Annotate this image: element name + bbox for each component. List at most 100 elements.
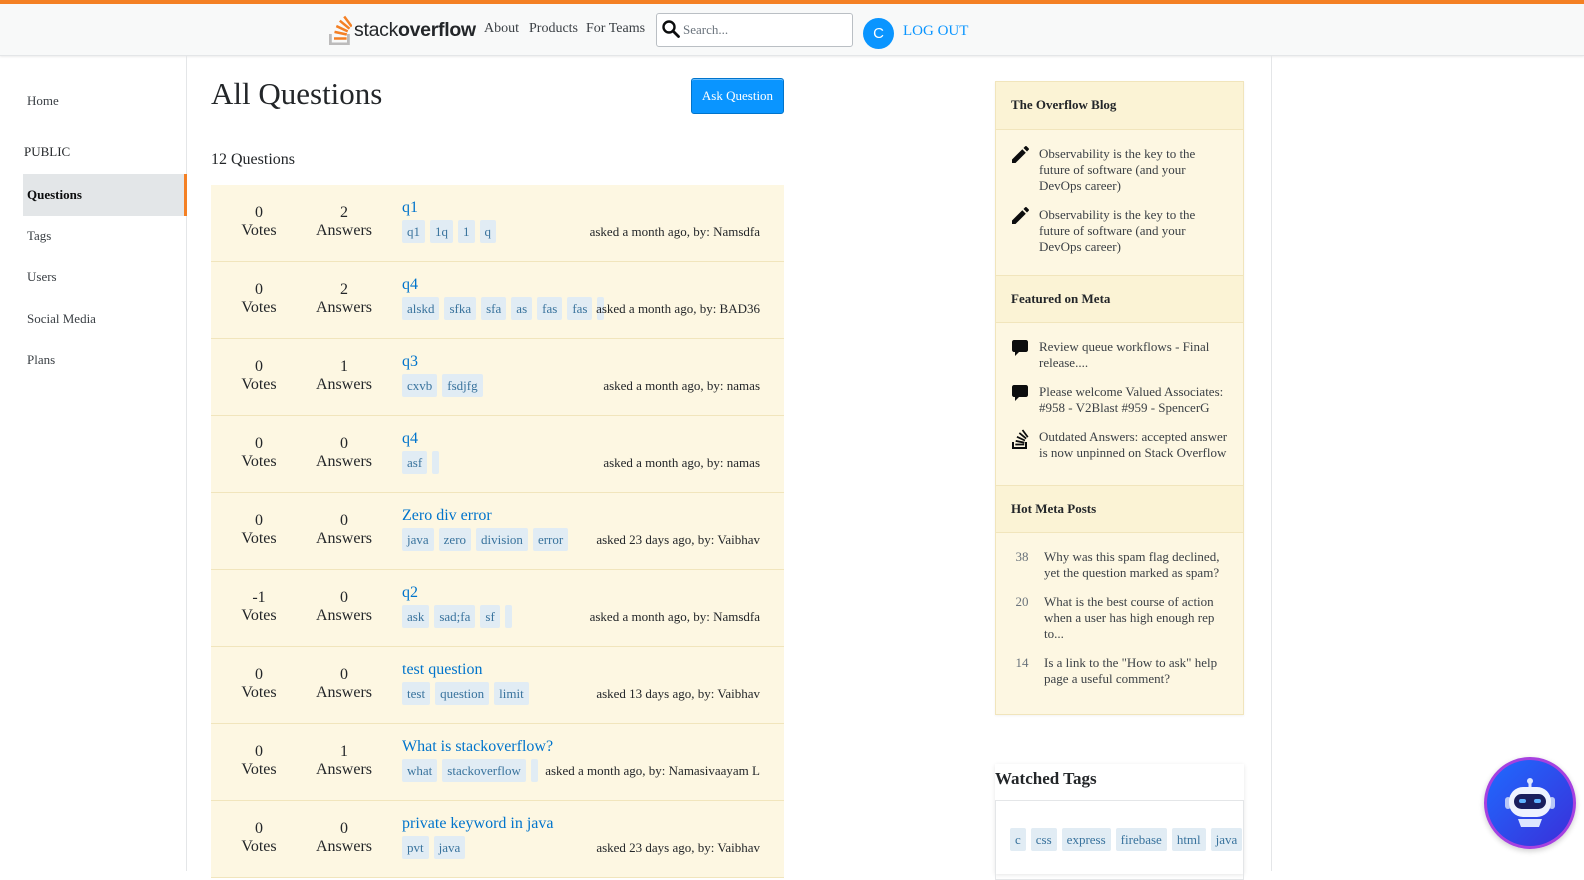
vote-number: 0	[255, 204, 263, 221]
tag[interactable]: question	[435, 682, 490, 705]
answer-label: Answers	[316, 222, 372, 239]
tag[interactable]: fas	[567, 297, 593, 320]
blog-item[interactable]: Observability is the key to the future o…	[996, 146, 1243, 194]
tag[interactable]: division	[476, 528, 528, 551]
answer-label: Answers	[316, 530, 372, 547]
search-box[interactable]	[656, 13, 853, 47]
answer-number: 0	[340, 512, 348, 529]
sidebar-item-social-media[interactable]: Social Media	[27, 311, 96, 327]
hot-meta-item[interactable]: 38 Why was this spam flag declined, yet …	[996, 549, 1243, 581]
answer-label: Answers	[316, 299, 372, 316]
watched-tag[interactable]: express	[1061, 828, 1111, 851]
tag[interactable]: sfa	[481, 297, 507, 320]
vote-count: 0 Votes	[224, 435, 294, 471]
logout-button[interactable]: LOG OUT	[903, 23, 968, 40]
tag[interactable]: fas	[537, 297, 563, 320]
meta-item[interactable]: Outdated Answers: accepted answer is now…	[996, 429, 1243, 461]
nav-products[interactable]: Products	[529, 21, 578, 37]
answer-count: 0 Answers	[309, 512, 379, 548]
vote-label: Votes	[241, 684, 277, 701]
watched-tags-heading: Watched Tags	[995, 769, 1097, 788]
tag[interactable]: java	[402, 528, 434, 551]
watched-tag[interactable]: firebase	[1115, 828, 1167, 851]
watched-tag[interactable]: java	[1210, 828, 1243, 851]
tag[interactable]: limit	[494, 682, 529, 705]
tag[interactable]	[530, 759, 538, 782]
asked-by: asked a month ago, by: Namsdfa	[589, 224, 760, 239]
tag[interactable]: ask	[402, 605, 430, 628]
tag[interactable]: sad;fa	[434, 605, 476, 628]
sidebar-item-home[interactable]: Home	[27, 93, 59, 109]
sidebar-item-tags[interactable]: Tags	[27, 228, 51, 244]
tag[interactable]: fsdjfg	[442, 374, 483, 397]
tag[interactable]: cxvb	[402, 374, 438, 397]
question-tags: java zero division error	[402, 528, 569, 551]
watched-tag[interactable]: c	[1010, 828, 1026, 851]
hot-meta-item[interactable]: 20 What is the best course of action whe…	[996, 594, 1243, 642]
hot-meta-count: 14	[1015, 655, 1029, 670]
question-title-link[interactable]: q2	[402, 584, 418, 602]
vote-count: 0 Votes	[224, 820, 294, 856]
hot-meta-list: 38 Why was this spam flag declined, yet …	[996, 533, 1243, 714]
question-title-link[interactable]: Zero div error	[402, 507, 492, 525]
page-title: All Questions	[211, 76, 383, 111]
tag[interactable]: as	[511, 297, 533, 320]
sidebar-item-questions[interactable]: Questions	[23, 174, 187, 216]
tag[interactable]: error	[532, 528, 569, 551]
blog-item[interactable]: Observability is the key to the future o…	[996, 207, 1243, 255]
search-input[interactable]	[681, 19, 846, 41]
ask-question-button[interactable]: Ask Question	[691, 78, 784, 114]
question-title-link[interactable]: q3	[402, 353, 418, 371]
answer-number: 2	[340, 281, 348, 298]
watched-tag[interactable]: css	[1030, 828, 1057, 851]
sidebar-item-users[interactable]: Users	[27, 269, 57, 285]
tag[interactable]	[432, 451, 440, 474]
comment-icon	[1012, 385, 1028, 401]
meta-item[interactable]: Please welcome Valued Associates: #958 -…	[996, 384, 1243, 416]
meta-item[interactable]: Review queue workflows - Final release..…	[996, 339, 1243, 371]
meta-item-text: Outdated Answers: accepted answer is now…	[1039, 429, 1228, 460]
tag[interactable]: java	[433, 836, 466, 859]
tag[interactable]: alskd	[402, 297, 440, 320]
top-bar: stackoverflow About Products For Teams C…	[0, 0, 1584, 56]
question-row: 0 Votes 0 Answers Zero div error java zero divi…	[211, 493, 784, 570]
hot-meta-count: 38	[1015, 549, 1029, 564]
avatar[interactable]: C	[863, 18, 894, 49]
chatbot-button[interactable]	[1484, 757, 1576, 849]
tag[interactable]: sfka	[444, 297, 477, 320]
answer-number: 0	[340, 820, 348, 837]
nav-for-teams[interactable]: For Teams	[586, 21, 645, 37]
question-title-link[interactable]: private keyword in java	[402, 815, 554, 833]
stackoverflow-logo[interactable]: stackoverflow	[328, 13, 476, 47]
tag[interactable]: 1	[458, 220, 475, 243]
tag[interactable]: 1q	[430, 220, 453, 243]
tag[interactable]: what	[402, 759, 438, 782]
tag[interactable]: q	[479, 220, 496, 243]
meta-item-text: Review queue workflows - Final release..…	[1039, 339, 1210, 370]
question-title-link[interactable]: test question	[402, 661, 482, 679]
tag[interactable]: q1	[402, 220, 425, 243]
answer-number: 0	[340, 589, 348, 606]
vote-number: 0	[255, 666, 263, 683]
question-title-link[interactable]: q4	[402, 430, 418, 448]
question-title-link[interactable]: What is stackoverflow?	[402, 738, 553, 756]
sidebar-item-plans[interactable]: Plans	[27, 352, 55, 368]
tag[interactable]: sf	[480, 605, 500, 628]
vote-count: 0 Votes	[224, 666, 294, 702]
asked-by: asked 13 days ago, by: Vaibhav	[596, 686, 760, 701]
tag[interactable]: zero	[438, 528, 472, 551]
question-title-link[interactable]: q4	[402, 276, 418, 294]
tag[interactable]: stackoverflow	[442, 759, 526, 782]
tag[interactable]: pvt	[402, 836, 429, 859]
watched-tag[interactable]: html	[1171, 828, 1206, 851]
tag[interactable]	[504, 605, 512, 628]
answer-label: Answers	[316, 838, 372, 855]
hot-meta-item[interactable]: 14 Is a link to the "How to ask" help pa…	[996, 655, 1243, 687]
nav-about[interactable]: About	[484, 21, 519, 37]
question-row: 0 Votes 0 Answers private keyword in java pvt…	[211, 801, 784, 878]
question-row: 0 Votes 1 Answers q3 cxvb fsdjfg asked a month …	[211, 339, 784, 416]
question-title-link[interactable]: q1	[402, 199, 418, 217]
tag[interactable]: asf	[402, 451, 428, 474]
vote-number: 0	[255, 820, 263, 837]
tag[interactable]: test	[402, 682, 431, 705]
